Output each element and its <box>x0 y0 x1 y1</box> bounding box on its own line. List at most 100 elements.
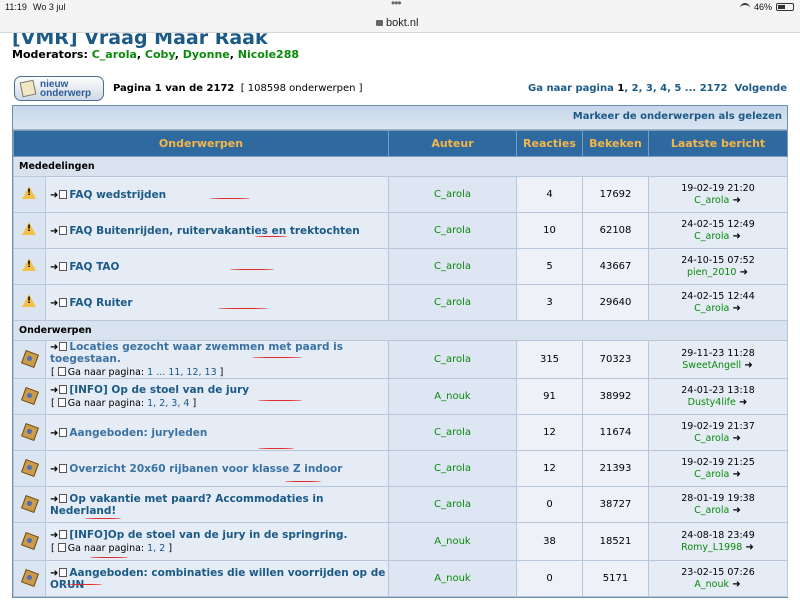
url-display[interactable]: bokt.nl <box>376 17 418 29</box>
goto-last-post-icon[interactable]: ➜ <box>729 505 740 516</box>
page-link[interactable]: 5 <box>674 83 681 94</box>
newest-post-icon[interactable]: ➜ <box>50 262 58 273</box>
ios-status-bar: 11:19 Wo 3 jul ••• 46% <box>0 0 800 16</box>
newest-post-icon[interactable]: ➜ <box>50 385 58 396</box>
last-post-user[interactable]: C_arola <box>694 469 729 480</box>
last-post-user[interactable]: Romy_L1998 <box>681 542 742 553</box>
newest-post-icon[interactable]: ➜ <box>50 530 58 541</box>
last-post-user[interactable]: A_nouk <box>694 579 729 590</box>
moderator-link[interactable]: C_arola <box>92 48 137 61</box>
moderator-link[interactable]: Nicole288 <box>238 48 299 61</box>
last-post-user[interactable]: Dusty4life <box>688 397 736 408</box>
author-cell[interactable]: C_arola <box>388 248 517 285</box>
topic-title-link[interactable]: FAQ Buitenrijden, ruitervakanties en tre… <box>69 225 359 237</box>
last-post-user[interactable]: C_arola <box>694 505 729 516</box>
table-row[interactable]: ➜ Op vakantie met paard? Accommodaties in… <box>13 486 788 523</box>
last-post-user[interactable]: C_arola <box>694 195 729 206</box>
goto-last-post-icon[interactable]: ➜ <box>729 231 740 242</box>
last-post-user[interactable]: C_arola <box>694 303 729 314</box>
last-post-date: 19-02-19 21:20 <box>681 182 755 194</box>
goto-last-post-icon[interactable]: ➜ <box>729 195 740 206</box>
newest-post-icon[interactable]: ➜ <box>50 190 58 201</box>
topic-page-links[interactable]: 1, 2 <box>147 543 165 554</box>
address-bar[interactable]: bokt.nl <box>0 16 800 33</box>
page-link-last[interactable]: 2172 <box>700 83 728 94</box>
document-icon <box>59 385 68 394</box>
newest-post-icon[interactable]: ➜ <box>50 568 58 579</box>
table-row[interactable]: ➜ FAQ Buitenrijden, ruitervakanties en tr… <box>13 212 788 249</box>
col-header-views: Bekeken <box>582 130 649 157</box>
last-post-date: 24-02-15 12:49 <box>681 218 755 230</box>
table-row[interactable]: ➜ Overzicht 20x60 rijbanen voor klasse Z … <box>13 450 788 487</box>
goto-last-post-icon[interactable]: ➜ <box>729 433 740 444</box>
bracket: [ <box>51 367 55 378</box>
table-row[interactable]: ➜ [INFO] Op de stoel van de jury [ Ga naar… <box>13 378 788 415</box>
author-cell[interactable]: A_nouk <box>388 378 517 415</box>
author-cell[interactable]: C_arola <box>388 450 517 487</box>
newest-post-icon[interactable]: ➜ <box>50 428 58 439</box>
table-row[interactable]: ➜FAQ RuiterC_arola32964024-02-15 12:44C_… <box>13 284 788 321</box>
last-post-user[interactable]: C_arola <box>694 231 729 242</box>
col-header-topics: Onderwerpen <box>13 130 389 157</box>
table-row[interactable]: ➜ [INFO]Op de stoel van de jury in de spr… <box>13 522 788 561</box>
newest-post-icon[interactable]: ➜ <box>50 226 58 237</box>
document-icon <box>59 567 68 577</box>
page-title[interactable]: [VMR] Vraag Maar Raak <box>12 33 268 49</box>
last-post-user[interactable]: SweetAngell <box>682 360 741 371</box>
last-post-user[interactable]: C_arola <box>694 433 729 444</box>
author-cell[interactable]: C_arola <box>388 414 517 451</box>
goto-last-post-icon[interactable]: ➜ <box>742 542 753 553</box>
next-page-link[interactable]: Volgende <box>735 83 788 94</box>
goto-last-post-icon[interactable]: ➜ <box>741 360 752 371</box>
document-icon <box>59 463 68 473</box>
topic-title-link[interactable]: Locaties gezocht waar zwemmen met paard … <box>50 341 343 365</box>
topic-title-link[interactable]: Aangeboden: juryleden <box>69 427 207 439</box>
moderator-link[interactable]: Coby <box>145 48 175 61</box>
topic-title-link[interactable]: Overzicht 20x60 rijbanen voor klasse Z i… <box>69 463 342 475</box>
author-cell[interactable]: C_arola <box>388 340 517 379</box>
author-cell[interactable]: C_arola <box>388 486 517 523</box>
author-cell[interactable]: C_arola <box>388 284 517 321</box>
author-cell[interactable]: A_nouk <box>388 522 517 561</box>
topic-page-links[interactable]: 1 ... 11, 12, 13 <box>147 367 217 378</box>
moderator-link[interactable]: Dyonne <box>183 48 230 61</box>
goto-last-post-icon[interactable]: ➜ <box>729 579 740 590</box>
table-row[interactable]: ➜FAQ wedstrijdenC_arola41769219-02-19 21… <box>13 176 788 213</box>
topic-title-link[interactable]: [INFO] Op de stoel van de jury <box>69 384 249 396</box>
topic-pages: [ Ga naar pagina: 1, 2 ] <box>50 543 388 554</box>
newest-post-icon[interactable]: ➜ <box>50 494 58 505</box>
topic-title-link[interactable]: FAQ Ruiter <box>69 297 132 309</box>
new-topic-button[interactable]: nieuw onderwerp <box>14 76 104 101</box>
goto-last-post-icon[interactable]: ➜ <box>736 397 747 408</box>
topic-title-link[interactable]: FAQ TAO <box>69 261 119 273</box>
moderators-label: Moderators: <box>12 48 88 61</box>
newest-post-icon[interactable]: ➜ <box>50 298 58 309</box>
page-link[interactable]: 4 <box>660 83 667 94</box>
topic-status-cell <box>13 522 46 561</box>
goto-last-post-icon[interactable]: ➜ <box>736 267 748 278</box>
topic-page-links[interactable]: 1, 2, 3, 4 <box>147 398 189 409</box>
page-link[interactable]: 2 <box>632 83 639 94</box>
goto-last-post-icon[interactable]: ➜ <box>729 303 740 314</box>
goto-page-label[interactable]: Ga naar pagina <box>528 83 614 94</box>
table-row[interactable]: ➜ Locaties gezocht waar zwemmen met paard… <box>13 340 788 379</box>
new-topic-label-line2: onderwerp <box>40 87 92 99</box>
mark-read-link[interactable]: Markeer de onderwerpen als gelezen <box>573 111 782 122</box>
topic-title-link[interactable]: Aangeboden: combinaties die willen voorr… <box>50 567 385 591</box>
author-cell[interactable]: C_arola <box>388 212 517 249</box>
last-post-user[interactable]: pien_2010 <box>687 267 736 278</box>
newest-post-icon[interactable]: ➜ <box>50 342 58 353</box>
table-row[interactable]: ➜ Aangeboden: combinaties die willen voor… <box>13 560 788 597</box>
topic-title-link[interactable]: FAQ wedstrijden <box>69 189 166 201</box>
category-label: Mededelingen <box>13 156 788 177</box>
table-row[interactable]: ➜ Aangeboden: juryleden C_arola 12 11674 19-0… <box>13 414 788 451</box>
page-link[interactable]: 3 <box>646 83 653 94</box>
author-cell[interactable]: A_nouk <box>388 560 517 597</box>
goto-last-post-icon[interactable]: ➜ <box>729 469 740 480</box>
table-row[interactable]: ➜FAQ TAOC_arola54366724-10-15 07:52pien_… <box>13 248 788 285</box>
newest-post-icon[interactable]: ➜ <box>50 464 58 475</box>
author-cell[interactable]: C_arola <box>388 176 517 213</box>
multitask-dots-icon[interactable]: ••• <box>391 0 402 10</box>
topic-title-link[interactable]: [INFO]Op de stoel van de jury in de spri… <box>69 529 347 541</box>
topic-title-link[interactable]: Op vakantie met paard? Accommodaties in … <box>50 493 323 517</box>
